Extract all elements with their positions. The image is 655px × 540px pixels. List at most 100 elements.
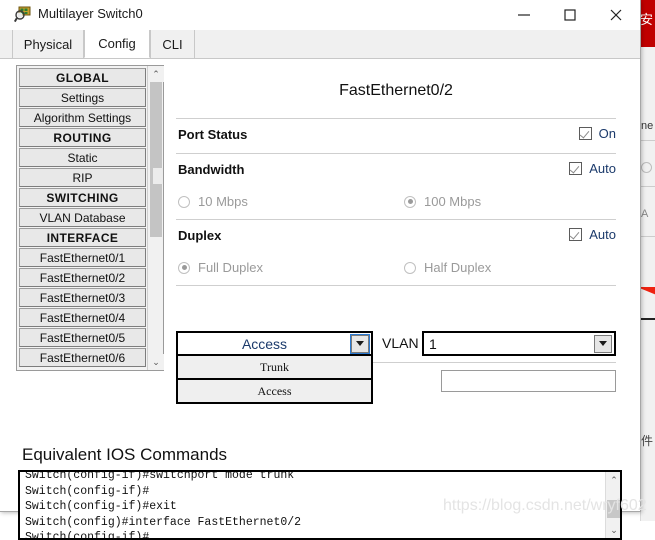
sidebar-item-global[interactable]: GLOBAL (19, 68, 146, 87)
sidebar-item-fastethernet0-1[interactable]: FastEthernet0/1 (19, 248, 146, 267)
sidebar-scrollbar-thumb[interactable] (150, 82, 162, 237)
bandwidth-auto-label: Auto (589, 161, 616, 176)
switchport-mode-dropdown[interactable]: Trunk Access (176, 356, 373, 404)
tab-physical-label: Physical (24, 37, 72, 52)
radio-100mbps-label: 100 Mbps (424, 194, 481, 209)
switchport-controls-row: Access VLAN 1 (176, 331, 616, 357)
bandwidth-auto-toggle[interactable]: Auto (569, 161, 616, 176)
radio-100mbps[interactable]: 100 Mbps (404, 194, 481, 209)
sidebar-item-label: SWITCHING (46, 191, 118, 205)
bandwidth-auto-checkbox[interactable] (569, 162, 582, 175)
radio-half-duplex-dot (404, 262, 416, 274)
sidebar-item-label: GLOBAL (56, 71, 109, 85)
bandwidth-label: Bandwidth (178, 162, 244, 177)
ios-scrollbar[interactable]: ⌃ ⌄ (605, 472, 620, 538)
maximize-button[interactable] (547, 0, 593, 30)
sidebar-item-algorithm-settings[interactable]: Algorithm Settings (19, 108, 146, 127)
sidebar-item-routing[interactable]: ROUTING (19, 128, 146, 147)
duplex-row: Duplex Auto (176, 220, 616, 254)
tab-strip: Physical Config CLI (0, 30, 640, 59)
sidebar-item-label: FastEthernet0/2 (40, 271, 125, 285)
chevron-down-icon[interactable] (594, 335, 612, 353)
dropdown-option-access[interactable]: Access (178, 378, 371, 402)
background-divider-2 (640, 186, 655, 187)
background-divider-3 (640, 236, 655, 237)
dropdown-option-label: Trunk (260, 360, 289, 375)
sidebar-item-label: FastEthernet0/4 (40, 311, 125, 325)
radio-10mbps-dot (178, 196, 190, 208)
page-title: FastEthernet0/2 (176, 82, 616, 100)
background-banner-glyph: 安 (640, 14, 653, 27)
dropdown-option-label: Access (258, 384, 292, 399)
sidebar-item-label: Settings (61, 91, 104, 105)
radio-10mbps-label: 10 Mbps (198, 194, 248, 209)
background-red-banner: 安 (640, 0, 655, 47)
radio-full-duplex-dot (178, 262, 190, 274)
chevron-up-icon[interactable]: ⌃ (148, 66, 164, 82)
ios-scrollbar-thumb[interactable] (607, 500, 620, 518)
vlan-name-input[interactable] (441, 370, 616, 392)
port-status-row: Port Status On (176, 119, 616, 153)
sidebar-item-fastethernet0-5[interactable]: FastEthernet0/5 (19, 328, 146, 347)
equivalent-ios-commands-box[interactable]: Switch(config-if)#switchport mode trunk … (18, 470, 622, 540)
sidebar-item-label: FastEthernet0/6 (40, 351, 125, 365)
background-divider-1 (640, 140, 655, 141)
background-text-b: A (641, 208, 648, 220)
sidebar-item-settings[interactable]: Settings (19, 88, 146, 107)
sidebar-scrollbar[interactable]: ⌃ ⌄ (147, 66, 163, 370)
background-text-c: 件 (641, 432, 653, 449)
divider (176, 285, 616, 286)
interface-settings-panel: FastEthernet0/2 Port Status On Bandwidth… (176, 65, 616, 371)
vlan-combo[interactable]: 1 (422, 331, 616, 356)
radio-full-duplex[interactable]: Full Duplex (178, 260, 263, 275)
sidebar-item-fastethernet0-6[interactable]: FastEthernet0/6 (19, 348, 146, 367)
sidebar-item-static[interactable]: Static (19, 148, 146, 167)
sidebar-item-label: INTERFACE (47, 231, 119, 245)
chevron-down-icon[interactable]: ⌄ (148, 354, 164, 370)
duplex-auto-label: Auto (589, 227, 616, 242)
config-content: GLOBAL Settings Algorithm Settings ROUTI… (0, 59, 640, 511)
sidebar-item-label: Algorithm Settings (34, 111, 131, 125)
sidebar-item-label: RIP (72, 171, 92, 185)
tab-cli-label: CLI (162, 37, 182, 52)
duplex-auto-checkbox[interactable] (569, 228, 582, 241)
tab-cli[interactable]: CLI (150, 30, 195, 58)
sidebar-item-fastethernet0-2[interactable]: FastEthernet0/2 (19, 268, 146, 287)
sidebar-item-vlan-database[interactable]: VLAN Database (19, 208, 146, 227)
sidebar-item-label: FastEthernet0/5 (40, 331, 125, 345)
radio-half-duplex[interactable]: Half Duplex (404, 260, 491, 275)
chevron-down-icon[interactable]: ⌄ (606, 522, 622, 538)
port-status-toggle[interactable]: On (579, 126, 616, 141)
chevron-down-icon[interactable] (351, 335, 369, 353)
close-button[interactable] (593, 0, 639, 30)
sidebar-item-fastethernet0-4[interactable]: FastEthernet0/4 (19, 308, 146, 327)
chevron-up-icon[interactable]: ⌃ (606, 472, 622, 488)
background-radio-icon (641, 162, 652, 173)
window-titlebar[interactable]: Multilayer Switch0 (0, 0, 640, 30)
minimize-button[interactable] (501, 0, 547, 30)
duplex-auto-toggle[interactable]: Auto (569, 227, 616, 242)
bandwidth-row: Bandwidth Auto (176, 154, 616, 188)
sidebar-item-fastethernet0-3[interactable]: FastEthernet0/3 (19, 288, 146, 307)
port-status-toggle-label: On (599, 126, 616, 141)
sidebar-item-switching[interactable]: SWITCHING (19, 188, 146, 207)
duplex-label: Duplex (178, 228, 221, 243)
switchport-mode-combo[interactable]: Access (176, 331, 373, 356)
dropdown-option-trunk[interactable]: Trunk (178, 356, 371, 378)
tab-physical[interactable]: Physical (12, 30, 84, 58)
radio-full-duplex-label: Full Duplex (198, 260, 263, 275)
background-text-a: ne (641, 120, 653, 132)
ios-commands-text: Switch(config-if)#switchport mode trunk … (25, 470, 595, 540)
sidebar-item-interface[interactable]: INTERFACE (19, 228, 146, 247)
port-status-checkbox[interactable] (579, 127, 592, 140)
window-title: Multilayer Switch0 (38, 6, 143, 21)
equivalent-ios-commands-title: Equivalent IOS Commands (22, 445, 227, 465)
sidebar-item-label: ROUTING (53, 131, 111, 145)
tab-config[interactable]: Config (84, 30, 150, 58)
switch-magnifier-icon (14, 6, 32, 24)
radio-10mbps[interactable]: 10 Mbps (178, 194, 248, 209)
sidebar-item-rip[interactable]: RIP (19, 168, 146, 187)
sidebar-item-label: VLAN Database (39, 211, 125, 225)
switchport-mode-value: Access (178, 336, 351, 352)
radio-half-duplex-label: Half Duplex (424, 260, 491, 275)
